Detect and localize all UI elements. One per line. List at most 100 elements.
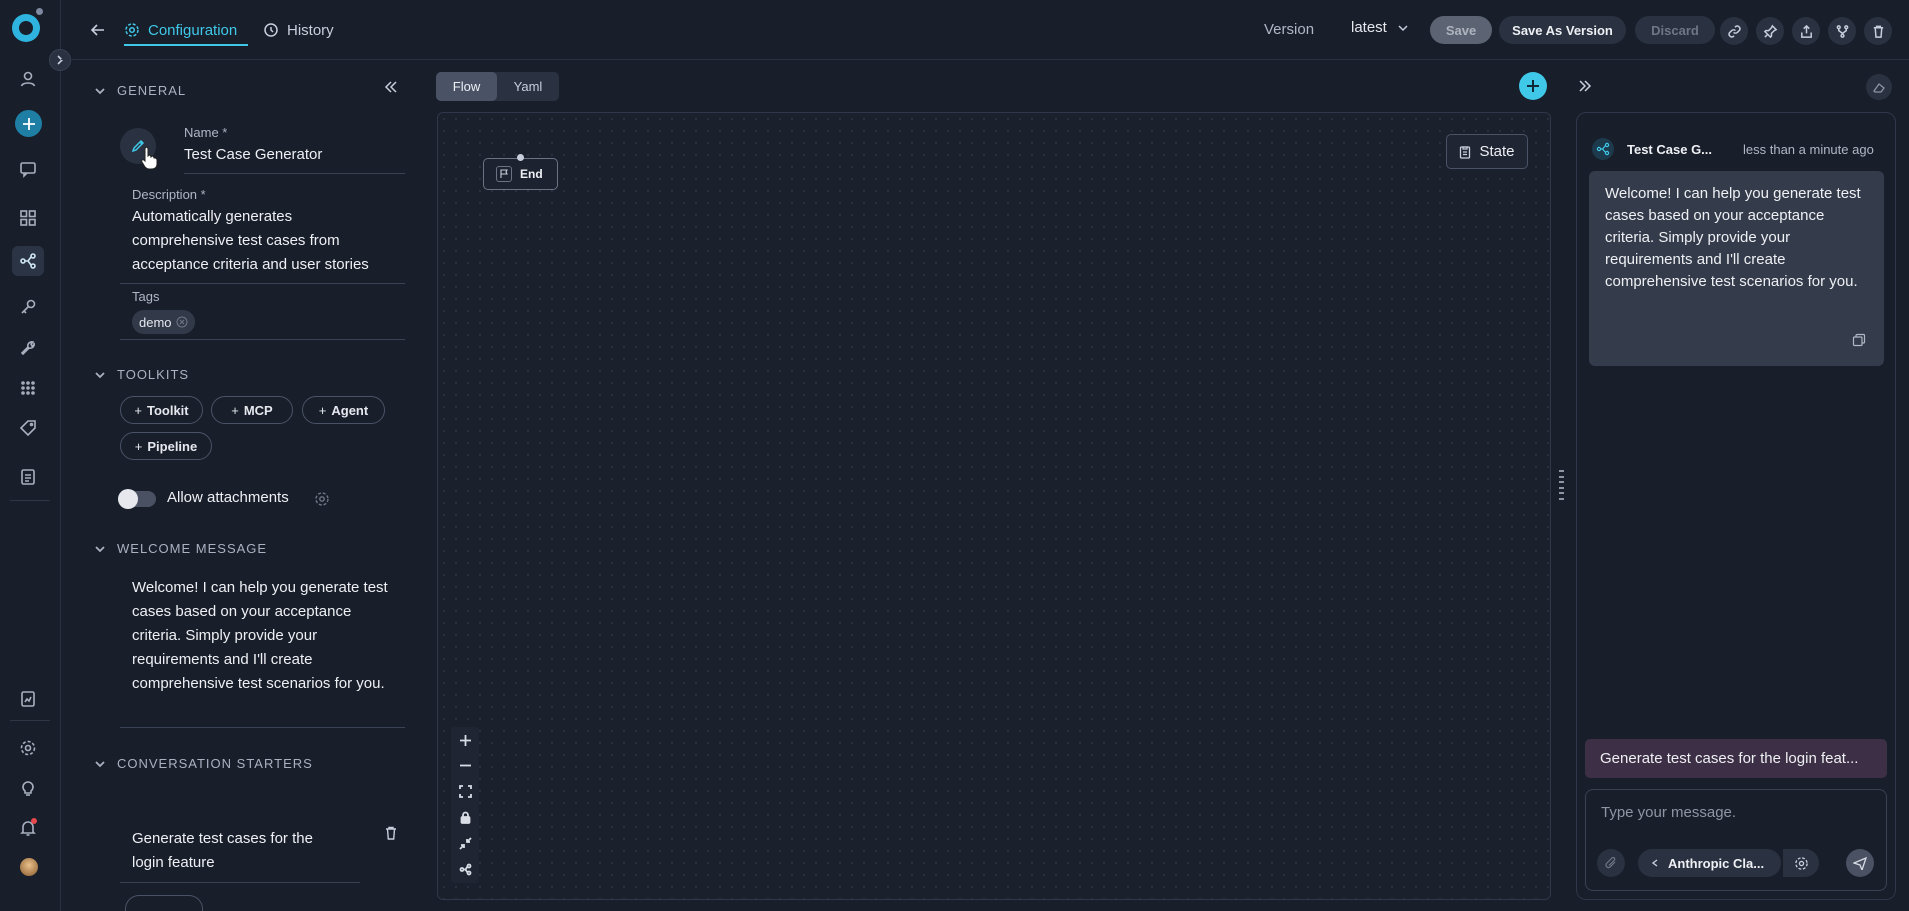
chat-panel: Test Case G... less than a minute ago We… [1576, 112, 1896, 900]
toolkits-title: TOOLKITS [117, 367, 190, 382]
tab-history[interactable]: History [263, 16, 334, 44]
add-pipeline-button[interactable]: + Pipeline [120, 432, 212, 460]
model-settings-button[interactable] [1783, 849, 1819, 877]
tag-chip[interactable]: demo [132, 310, 195, 334]
chat-input[interactable]: Type your message. [1601, 804, 1871, 826]
minus-icon [459, 764, 471, 766]
bulb-icon[interactable] [17, 777, 39, 799]
top-bar: Configuration History Version latest Sav… [61, 0, 1909, 60]
lock-button[interactable] [453, 805, 477, 829]
pipeline-icon [20, 253, 36, 269]
welcome-section-header[interactable]: WELCOME MESSAGE [93, 541, 267, 556]
grid-icon[interactable] [17, 207, 39, 229]
add-starter-button[interactable] [125, 895, 203, 911]
trash-icon[interactable] [383, 825, 399, 841]
nav-rail [0, 0, 71, 911]
app-logo[interactable] [12, 8, 43, 42]
end-node[interactable]: End [483, 158, 558, 190]
report-icon[interactable] [17, 688, 39, 710]
link-icon [1727, 24, 1741, 38]
zoom-out-button[interactable] [453, 753, 477, 777]
close-icon[interactable] [176, 316, 188, 328]
welcome-title: WELCOME MESSAGE [117, 541, 268, 556]
document-icon[interactable] [17, 466, 39, 488]
save-as-version-button[interactable]: Save As Version [1499, 16, 1626, 44]
zoom-in-button[interactable] [453, 728, 477, 752]
starters-section-header[interactable]: CONVERSATION STARTERS [93, 756, 313, 771]
description-underline [120, 283, 405, 284]
apps-icon[interactable] [17, 377, 39, 399]
tab-yaml[interactable]: Yaml [497, 72, 559, 101]
attachment-settings-icon[interactable] [314, 491, 330, 507]
toolkits-section-header[interactable]: TOOLKITS [93, 367, 189, 382]
wrench-icon[interactable] [17, 337, 39, 359]
settings-icon[interactable] [17, 737, 39, 759]
delete-button[interactable] [1864, 17, 1892, 45]
expand-chat-button[interactable] [1574, 75, 1596, 97]
model-label: Anthropic Cla... [1668, 855, 1765, 871]
pin-button[interactable] [1756, 17, 1784, 45]
resize-handle[interactable] [1559, 470, 1564, 500]
add-agent-label: Agent [331, 402, 369, 418]
key-icon[interactable] [17, 296, 39, 318]
add-mcp-button[interactable]: + MCP [211, 396, 293, 424]
copy-icon[interactable] [1852, 333, 1866, 347]
flow-canvas[interactable]: State End [437, 112, 1551, 900]
general-section-header[interactable]: GENERAL [93, 83, 186, 98]
end-node-label: End [520, 167, 543, 181]
pipeline-icon [459, 863, 471, 875]
layout-button[interactable] [453, 857, 477, 881]
create-new-button[interactable] [15, 110, 42, 137]
conversation-starter-chip[interactable]: Generate test cases for the login feat..… [1585, 739, 1887, 778]
description-field[interactable]: Automatically generates comprehensive te… [132, 205, 392, 277]
avatar[interactable] [20, 858, 38, 876]
tab-flow[interactable]: Flow [436, 72, 497, 101]
chat-icon[interactable] [17, 158, 39, 180]
bell-icon[interactable] [17, 817, 39, 839]
copy-link-button[interactable] [1720, 17, 1748, 45]
history-icon [264, 23, 278, 37]
general-title: GENERAL [117, 83, 187, 98]
version-select[interactable]: latest [1351, 19, 1409, 36]
starters-title: CONVERSATION STARTERS [117, 756, 313, 771]
state-label: State [1479, 143, 1515, 160]
add-toolkit-button[interactable]: + Toolkit [120, 396, 203, 424]
pipelines-nav-active[interactable] [12, 246, 44, 276]
collapse-button[interactable] [453, 831, 477, 855]
version-value: latest [1351, 19, 1387, 36]
fork-button[interactable] [1828, 17, 1856, 45]
name-field[interactable]: Test Case Generator [184, 146, 322, 163]
double-chevron-right-icon [1579, 80, 1592, 92]
back-button[interactable] [87, 19, 109, 41]
version-label: Version [1264, 21, 1315, 38]
attach-button[interactable] [1597, 849, 1625, 877]
add-agent-button[interactable]: + Agent [302, 396, 385, 424]
collapse-panel-button[interactable] [381, 77, 401, 97]
chevron-down-icon [95, 545, 105, 552]
share-button[interactable] [1792, 17, 1820, 45]
tab-configuration[interactable]: Configuration [124, 16, 237, 44]
conversation-starter-field[interactable]: Generate test cases for the login featur… [132, 827, 342, 875]
add-node-button[interactable] [1519, 72, 1547, 100]
arrow-left-icon [90, 24, 104, 36]
clipboard-icon [1460, 145, 1471, 159]
tag-icon[interactable] [17, 417, 39, 439]
plus-icon: + [134, 402, 142, 418]
discard-button[interactable]: Discard [1635, 16, 1715, 44]
user-icon[interactable] [17, 68, 39, 90]
rail-divider [10, 720, 50, 721]
save-button[interactable]: Save [1430, 16, 1492, 44]
send-button[interactable] [1846, 849, 1874, 877]
active-tab-indicator [124, 44, 248, 46]
state-button[interactable]: State [1446, 134, 1528, 169]
model-select[interactable]: Anthropic Cla... [1638, 849, 1781, 877]
allow-attachments-toggle[interactable] [118, 489, 156, 509]
welcome-underline [120, 727, 405, 728]
end-node-handle[interactable] [517, 154, 524, 161]
config-panel [61, 61, 416, 911]
chat-settings-button[interactable] [1866, 74, 1892, 100]
plus-icon: + [134, 438, 143, 454]
view-toggle: Flow Yaml [436, 72, 559, 101]
fit-view-button[interactable] [453, 779, 477, 803]
welcome-message-field[interactable]: Welcome! I can help you generate test ca… [132, 576, 397, 696]
